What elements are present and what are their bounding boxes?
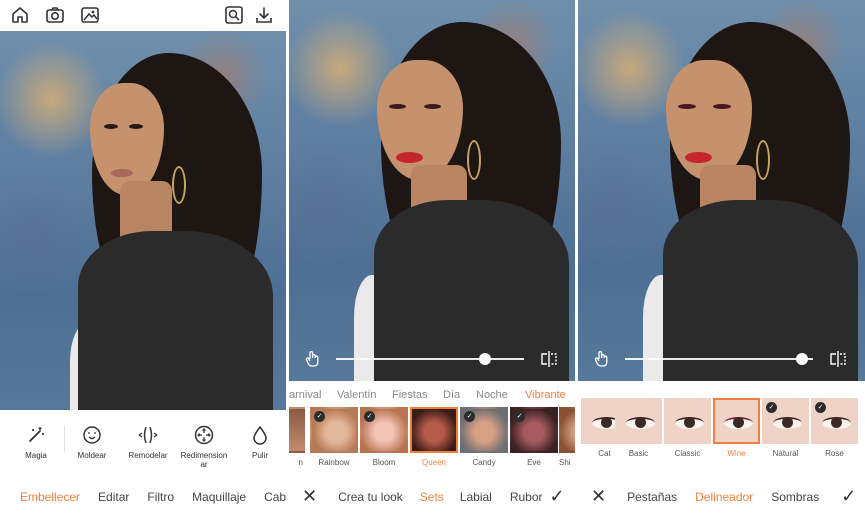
bottom-nav: Embellecer Editar Filtro Maquillaje Cabe — [0, 480, 286, 513]
photo-makeup-preview[interactable] — [289, 0, 575, 381]
slider-track[interactable] — [336, 358, 524, 360]
check-icon: ✓ — [815, 402, 826, 413]
tool-magia[interactable]: Magia — [8, 424, 64, 460]
look-label: Queen — [421, 458, 447, 467]
slider-knob[interactable] — [478, 353, 491, 365]
look-categories: arnival Valentín Fiestas Día Noche Vibra… — [289, 381, 575, 407]
drop-icon — [232, 424, 286, 446]
tab-rubor[interactable]: Rubor — [510, 490, 543, 504]
tool-remodelar[interactable]: Remodelar — [120, 424, 176, 460]
home-icon[interactable] — [10, 5, 30, 25]
look-thumbnails: n ✓ Rainbow ✓ Bloom Queen ✓ Candy ✓ Eve … — [289, 407, 575, 482]
tab-labial[interactable]: Labial — [460, 490, 492, 504]
tab-sombras[interactable]: Sombras — [771, 490, 819, 504]
gallery-icon[interactable] — [80, 5, 100, 25]
tab-embellecer[interactable]: Embellecer — [20, 490, 80, 504]
tab-sets[interactable]: Sets — [420, 490, 444, 504]
tab-maquillaje[interactable]: Maquillaje — [192, 490, 246, 504]
look-label: n — [298, 458, 303, 467]
tool-label-redimensionar: Redimension ar — [180, 451, 228, 469]
bottom-nav: ✕ Crea tu look Sets Labial Rubor ✓ — [289, 480, 575, 513]
look-thumb[interactable]: n — [289, 407, 305, 467]
bottom-nav: ✕ Pestañas Delineador Sombras ✓ — [578, 480, 865, 513]
eyeliner-label: Rose — [825, 449, 844, 458]
beautify-tools: Magia Moldear Remodelar Redimension ar P… — [0, 410, 286, 478]
face-smile-icon — [64, 424, 120, 446]
camera-icon[interactable] — [45, 5, 65, 25]
photo-original[interactable] — [0, 31, 286, 410]
tool-moldear[interactable]: Moldear — [64, 424, 120, 460]
look-label: Shi — [559, 458, 571, 467]
tab-crea-tu-look[interactable]: Crea tu look — [338, 490, 403, 504]
look-label: Eve — [527, 458, 541, 467]
eyeliner-label: Basic — [628, 449, 649, 458]
confirm-check-icon[interactable]: ✓ — [550, 486, 565, 507]
look-thumb[interactable]: Shi — [559, 407, 575, 467]
tab-cabello[interactable]: Cabe — [264, 490, 286, 504]
category-noche[interactable]: Noche — [476, 389, 508, 401]
tool-label-magia: Magia — [25, 451, 47, 460]
eyeliner-label: Wine — [727, 449, 746, 458]
tab-pestanas[interactable]: Pestañas — [627, 490, 677, 504]
close-icon[interactable]: ✕ — [302, 486, 317, 507]
eyeliner-thumb-basic[interactable]: Basic — [615, 398, 662, 458]
tool-pulir[interactable]: Pulir — [232, 424, 286, 460]
download-icon[interactable] — [254, 5, 274, 25]
look-thumb-candy[interactable]: ✓ Candy — [460, 407, 508, 467]
slider-track[interactable] — [625, 358, 813, 360]
screen-embellecer: Magia Moldear Remodelar Redimension ar P… — [0, 0, 286, 513]
category-valentin[interactable]: Valentín — [337, 389, 377, 401]
app-screens: Magia Moldear Remodelar Redimension ar P… — [0, 0, 865, 513]
intensity-slider[interactable] — [289, 348, 575, 370]
eyeliner-thumb-classic[interactable]: Classic — [664, 398, 711, 458]
compare-icon[interactable] — [828, 349, 848, 369]
confirm-check-icon[interactable]: ✓ — [841, 486, 856, 507]
hand-pointer-icon[interactable] — [303, 349, 323, 369]
reshape-icon — [120, 424, 176, 446]
look-thumb-bloom[interactable]: ✓ Bloom — [360, 407, 408, 467]
tool-label-remodelar: Remodelar — [128, 451, 168, 460]
magic-wand-icon — [8, 424, 64, 446]
category-fiestas[interactable]: Fiestas — [392, 389, 427, 401]
tab-filtro[interactable]: Filtro — [147, 490, 174, 504]
tab-editar[interactable]: Editar — [98, 490, 129, 504]
check-icon: ✓ — [464, 411, 475, 422]
check-icon: ✓ — [364, 411, 375, 422]
look-thumb-queen[interactable]: Queen — [410, 407, 458, 467]
eyeliner-thumb-natural[interactable]: ✓ Natural — [762, 398, 809, 458]
photo-makeup-preview[interactable] — [578, 0, 865, 381]
check-icon: ✓ — [514, 411, 525, 422]
tool-redimensionar[interactable]: Redimension ar — [176, 424, 232, 469]
tool-label-moldear: Moldear — [77, 451, 107, 460]
eyeliner-label: Natural — [772, 449, 799, 458]
close-icon[interactable]: ✕ — [591, 486, 606, 507]
eyeliner-thumb-wine[interactable]: Wine — [713, 398, 760, 458]
eyeliner-label: Classic — [674, 449, 701, 458]
compare-icon[interactable] — [539, 349, 559, 369]
zoom-icon[interactable] — [224, 5, 244, 25]
look-thumb-eve[interactable]: ✓ Eve — [510, 407, 558, 467]
look-label: Bloom — [372, 458, 396, 467]
look-label: Candy — [472, 458, 496, 467]
check-icon: ✓ — [766, 402, 777, 413]
tab-delineador[interactable]: Delineador — [695, 490, 753, 504]
intensity-slider[interactable] — [578, 348, 865, 370]
screen-delineador: Cat Basic Classic Wine ✓ Natural ✓ Rose … — [578, 0, 865, 513]
hand-pointer-icon[interactable] — [592, 349, 612, 369]
slider-knob[interactable] — [795, 353, 808, 365]
top-toolbar — [0, 0, 286, 31]
eyeliner-thumb-rose[interactable]: ✓ Rose — [811, 398, 858, 458]
category-vibrante[interactable]: Vibrante — [525, 389, 566, 401]
tool-label-pulir: Pulir — [251, 451, 268, 460]
screen-sets: arnival Valentín Fiestas Día Noche Vibra… — [289, 0, 575, 513]
eyeliner-thumbnails: Cat Basic Classic Wine ✓ Natural ✓ Rose — [578, 381, 865, 477]
look-label: Rainbow — [318, 458, 350, 467]
resize-icon — [176, 424, 232, 446]
look-thumb-rainbow[interactable]: ✓ Rainbow — [310, 407, 358, 467]
category-carnival[interactable]: arnival — [289, 389, 321, 401]
category-dia[interactable]: Día — [443, 389, 460, 401]
check-icon: ✓ — [314, 411, 325, 422]
